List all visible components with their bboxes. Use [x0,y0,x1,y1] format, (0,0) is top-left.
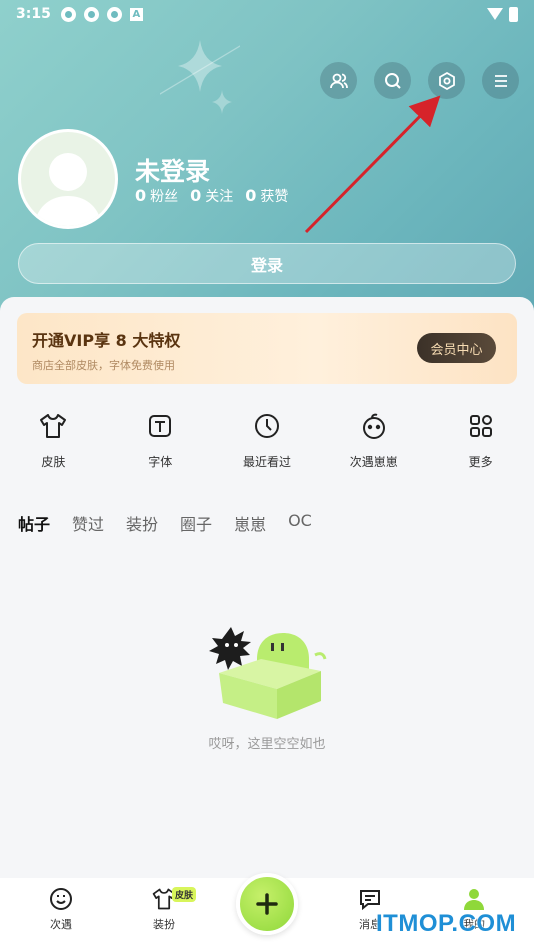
menu-icon [494,74,507,87]
tshirt-icon [40,414,67,438]
vip-title: 开通VIP享 8 大特权 [32,331,181,350]
wifi-icon [487,8,503,20]
plus-icon [256,893,278,915]
user-group-icon [329,73,348,88]
grid-icon [469,415,492,437]
vip-banner[interactable]: 开通VIP享 8 大特权 商店全部皮肤，字体免费使用 会员中心 [17,313,517,384]
username: 未登录 [135,157,211,186]
stat-followers[interactable]: 0 粉丝 [135,186,178,206]
vip-center-button[interactable]: 会员中心 [417,333,496,363]
tab-pets[interactable]: 崽崽 [234,511,266,535]
create-post-button[interactable] [236,873,298,935]
skin-badge: 皮肤 [172,887,197,902]
tab-circles[interactable]: 圈子 [180,511,212,535]
app-notification-icon: A [129,7,143,21]
avatar[interactable] [18,129,118,229]
watermark-logo: ITMOP.COM [376,910,517,937]
stat-number: 0 [190,186,202,205]
tab-liked[interactable]: 赞过 [72,511,104,535]
tab-posts[interactable]: 帖子 [18,511,53,538]
notification-icon [106,6,122,22]
quick-item-font[interactable]: 字体 [107,409,214,470]
search-button[interactable] [374,62,411,99]
menu-button[interactable] [482,62,519,99]
clock-icon [254,414,279,438]
quick-label: 皮肤 [41,455,66,469]
main-content: 开通VIP享 8 大特权 商店全部皮肤，字体免费使用 会员中心 皮肤 字体 最近… [0,297,534,877]
quick-item-skin[interactable]: 皮肤 [0,409,107,470]
notification-icon [83,6,99,22]
status-time: 3:15 [16,6,51,22]
settings-button[interactable] [428,62,465,99]
stat-label: 关注 [205,189,234,205]
empty-state-illustration [209,627,327,719]
stat-number: 0 [135,186,147,205]
quick-label: 次遇崽崽 [349,455,398,469]
stat-following[interactable]: 0 关注 [190,186,233,206]
nav-item-encounter[interactable]: 次遇 [31,886,91,932]
user-group-button[interactable] [320,62,357,99]
pet-icon [362,413,385,439]
tab-oc[interactable]: OC [288,511,312,535]
vip-subtitle: 商店全部皮肤，字体免费使用 [32,359,175,372]
smile-icon [50,888,72,910]
nav-label: 装扮 [153,918,175,931]
header-actions [320,62,519,99]
empty-state-text: 哎呀，这里空空如也 [208,737,326,752]
quick-actions: 皮肤 字体 最近看过 次遇崽崽 更多 [0,409,534,470]
sparkle-decoration [160,40,240,114]
profile-stats: 0 粉丝 0 关注 0 获赞 [135,186,288,206]
message-icon [360,890,380,911]
quick-item-pet[interactable]: 次遇崽崽 [320,409,427,470]
status-bar: 3:15 A [0,0,534,28]
quick-label: 字体 [148,455,173,469]
stat-label: 粉丝 [150,189,179,205]
quick-item-recent[interactable]: 最近看过 [214,409,321,470]
font-icon [149,415,172,437]
quick-item-more[interactable]: 更多 [427,409,534,470]
nav-label: 次遇 [50,918,72,931]
stat-number: 0 [245,186,257,205]
search-icon [384,72,401,89]
tab-outfits[interactable]: 装扮 [126,511,158,535]
quick-label: 更多 [468,455,493,469]
notification-icon [60,6,76,22]
quick-label: 最近看过 [242,455,291,469]
battery-icon [509,6,518,22]
stat-label: 获赞 [260,189,289,205]
login-button[interactable]: 登录 [18,243,516,284]
stat-likes[interactable]: 0 获赞 [245,186,288,206]
profile-tabs: 帖子 赞过 装扮 圈子 崽崽 OC [18,511,312,538]
person-icon [464,889,484,910]
settings-icon [438,71,455,90]
